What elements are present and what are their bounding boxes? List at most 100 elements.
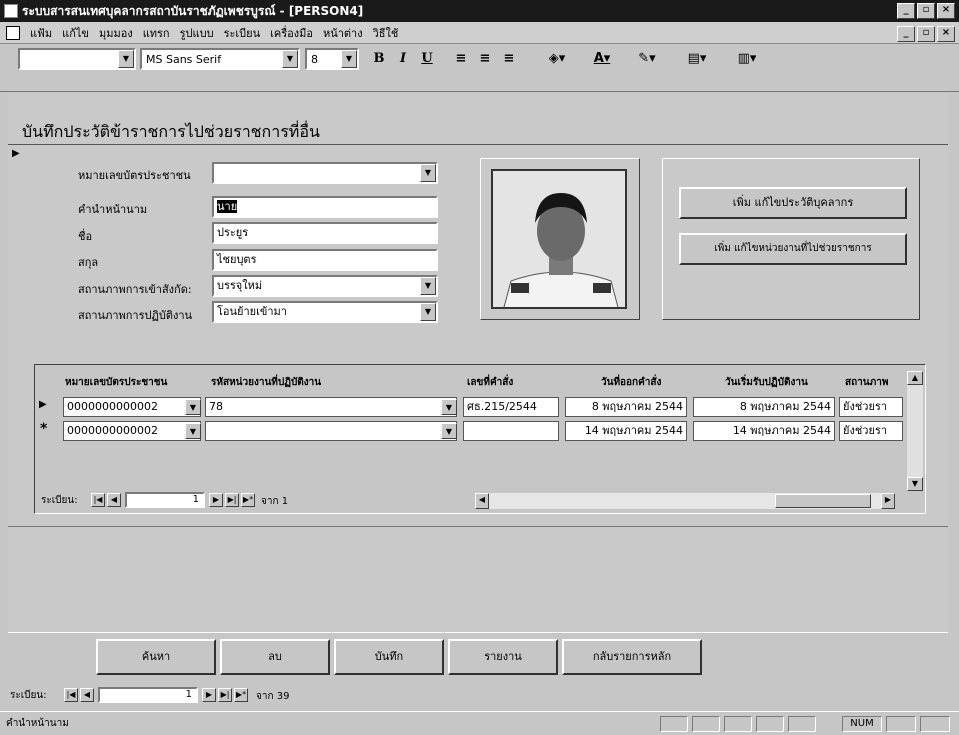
record-navigation: ระเบียน: |◀ ◀ 1 ▶ ▶| ▶* จาก 39 — [0, 684, 959, 708]
vertical-scrollbar[interactable]: ▲ ▼ — [907, 371, 923, 491]
affiliation-combo[interactable]: บรรจุใหม่ — [212, 275, 438, 297]
main-menu-button[interactable]: กลับรายการหลัก — [562, 639, 702, 675]
form-body: บันทึกประวัติข้าราชการไปช่วยราชการที่อื่… — [8, 94, 948, 634]
prefix-field[interactable]: นาย — [212, 196, 438, 218]
menu-file[interactable]: แฟ้ม — [30, 24, 52, 42]
row1-start-date-cell[interactable]: 8 พฤษภาคม 2544 — [693, 397, 835, 417]
italic-button[interactable]: I — [392, 48, 414, 70]
next-record-icon[interactable]: ▶ — [202, 688, 216, 702]
font-size: 8 — [311, 52, 318, 66]
font-combo[interactable]: MS Sans Serif ▼ — [140, 48, 300, 70]
align-center-icon[interactable]: ≡ — [474, 48, 496, 70]
font-size-combo[interactable]: 8 ▼ — [305, 48, 359, 70]
chevron-down-icon[interactable]: ▼ — [441, 423, 457, 439]
row1-order-cell[interactable]: ศธ.215/2544 — [463, 397, 559, 417]
edit-agency-button[interactable]: เพิ่ม แก้ไขหน่วยงานที่ไปช่วยราชการ — [679, 233, 907, 265]
doc-restore-button[interactable]: ▫ — [917, 26, 935, 42]
new-record-icon[interactable]: ▶* — [241, 493, 255, 507]
col-header-id: หมายเลขบัตรประชาชน — [65, 377, 168, 388]
divider — [8, 144, 948, 145]
maximize-button[interactable]: ▫ — [917, 3, 935, 19]
close-button[interactable]: × — [937, 3, 955, 19]
first-record-icon[interactable]: |◀ — [64, 688, 78, 702]
chevron-down-icon[interactable]: ▼ — [441, 399, 457, 415]
font-color-icon[interactable]: A▾ — [585, 48, 619, 70]
scroll-down-icon[interactable]: ▼ — [907, 477, 923, 491]
report-button[interactable]: รายงาน — [448, 639, 558, 675]
first-name-label: ชื่อ — [78, 230, 93, 243]
prev-record-icon[interactable]: ◀ — [80, 688, 94, 702]
line-width-icon[interactable]: ▤▾ — [680, 48, 714, 70]
record-selector-icon[interactable]: ▶ — [12, 148, 22, 162]
search-button[interactable]: ค้นหา — [96, 639, 216, 675]
scroll-up-icon[interactable]: ▲ — [907, 371, 923, 385]
scroll-thumb[interactable] — [775, 494, 871, 508]
row1-id-cell[interactable]: 0000000000002 — [63, 397, 201, 417]
horizontal-scrollbar[interactable]: ◀ ▶ — [475, 493, 895, 509]
minimize-button[interactable]: _ — [897, 3, 915, 19]
first-record-icon[interactable]: |◀ — [91, 493, 105, 507]
fill-color-icon[interactable]: ◈▾ — [540, 48, 574, 70]
id-card-label: หมายเลขบัตรประชาชน — [78, 169, 191, 182]
status-text: คำนำหน้านาม — [6, 718, 69, 729]
record-number[interactable]: 1 — [98, 687, 198, 703]
status-panel — [788, 716, 816, 732]
work-status-combo[interactable]: โอนย้ายเข้ามา — [212, 301, 438, 323]
row2-status-cell[interactable]: ยังช่วยรา — [839, 421, 903, 441]
last-record-icon[interactable]: ▶| — [218, 688, 232, 702]
menu-help[interactable]: วิธีใช้ — [373, 24, 399, 42]
first-name-field[interactable]: ประยูร — [212, 222, 438, 244]
border-style-icon[interactable]: ▥▾ — [730, 48, 764, 70]
id-card-combo[interactable] — [212, 162, 438, 184]
doc-minimize-button[interactable]: _ — [897, 26, 915, 42]
doc-close-button[interactable]: × — [937, 26, 955, 42]
menu-records[interactable]: ระเบียน — [224, 24, 261, 42]
object-combo[interactable]: ▼ — [18, 48, 136, 70]
menu-tools[interactable]: เครื่องมือ — [270, 24, 313, 42]
chevron-down-icon[interactable]: ▼ — [420, 303, 436, 321]
menu-window[interactable]: หน้าต่าง — [323, 24, 363, 42]
chevron-down-icon[interactable]: ▼ — [420, 164, 436, 182]
underline-button[interactable]: U — [416, 48, 438, 70]
status-panel — [692, 716, 720, 732]
prefix-label: คำนำหน้านาม — [78, 203, 148, 216]
next-record-icon[interactable]: ▶ — [209, 493, 223, 507]
form-title: บันทึกประวัติข้าราชการไปช่วยราชการที่อื่… — [22, 122, 320, 141]
align-left-icon[interactable]: ≡ — [450, 48, 472, 70]
new-row-marker[interactable]: * — [40, 421, 47, 437]
save-button[interactable]: บันทึก — [334, 639, 444, 675]
menu-edit[interactable]: แก้ไข — [62, 24, 89, 42]
row-current-marker[interactable]: ▶ — [39, 399, 47, 410]
menu-format[interactable]: รูปแบบ — [180, 24, 214, 42]
row1-agency-cell[interactable]: 78 — [205, 397, 457, 417]
menu-bar: แฟ้ม แก้ไข มุมมอง แทรก รูปแบบ ระเบียน เค… — [0, 22, 959, 44]
row2-order-date-cell[interactable]: 14 พฤษภาคม 2544 — [565, 421, 687, 441]
subform-record-number[interactable]: 1 — [125, 492, 205, 508]
line-color-icon[interactable]: ✎▾ — [630, 48, 664, 70]
chevron-down-icon[interactable]: ▼ — [185, 423, 201, 439]
row2-order-cell[interactable] — [463, 421, 559, 441]
scroll-left-icon[interactable]: ◀ — [475, 493, 489, 509]
menu-insert[interactable]: แทรก — [143, 24, 170, 42]
action-panel: เพิ่ม แก้ไขประวัติบุคลากร เพิ่ม แก้ไขหน่… — [662, 158, 920, 320]
last-name-field[interactable]: ไชยบุตร — [212, 249, 438, 271]
last-record-icon[interactable]: ▶| — [225, 493, 239, 507]
row2-start-date-cell[interactable]: 14 พฤษภาคม 2544 — [693, 421, 835, 441]
form-icon[interactable] — [6, 25, 20, 40]
bold-button[interactable]: B — [368, 48, 390, 70]
new-record-icon[interactable]: ▶* — [234, 688, 248, 702]
delete-button[interactable]: ลบ — [220, 639, 330, 675]
row2-id-cell[interactable]: 0000000000002 — [63, 421, 201, 441]
menu-view[interactable]: มุมมอง — [99, 24, 133, 42]
chevron-down-icon[interactable]: ▼ — [420, 277, 436, 295]
chevron-down-icon: ▼ — [341, 50, 357, 68]
row1-status-cell[interactable]: ยังช่วยรา — [839, 397, 903, 417]
bottom-button-bar: ค้นหา ลบ บันทึก รายงาน กลับรายการหลัก — [8, 632, 948, 680]
align-right-icon[interactable]: ≡ — [498, 48, 520, 70]
scroll-right-icon[interactable]: ▶ — [881, 493, 895, 509]
row2-agency-cell[interactable] — [205, 421, 457, 441]
edit-personnel-button[interactable]: เพิ่ม แก้ไขประวัติบุคลากร — [679, 187, 907, 219]
chevron-down-icon[interactable]: ▼ — [185, 399, 201, 415]
prev-record-icon[interactable]: ◀ — [107, 493, 121, 507]
row1-order-date-cell[interactable]: 8 พฤษภาคม 2544 — [565, 397, 687, 417]
